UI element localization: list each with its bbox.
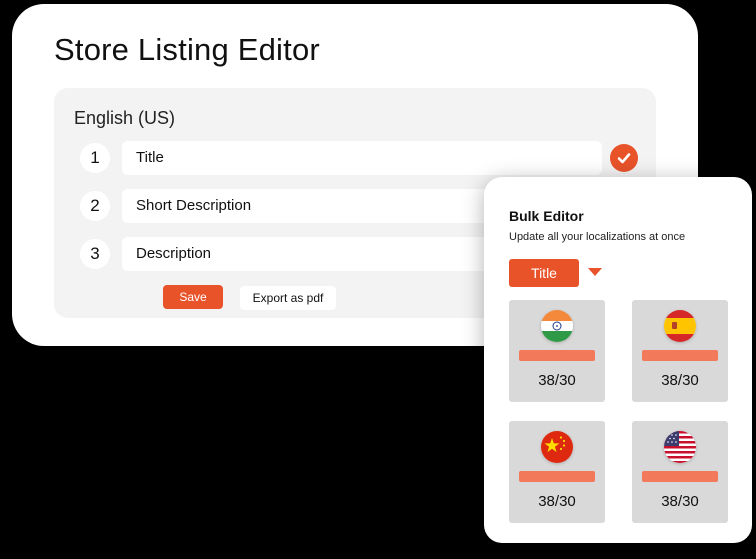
row-number: 3 bbox=[80, 239, 110, 269]
india-flag-icon bbox=[541, 310, 573, 342]
locale-char-count: 38/30 bbox=[661, 493, 699, 510]
locale-progress-bar bbox=[519, 471, 595, 482]
bulk-editor-card: Bulk Editor Update all your localization… bbox=[484, 177, 752, 543]
row-number: 1 bbox=[80, 143, 110, 173]
locale-tile-usa[interactable]: 38/30 bbox=[632, 421, 728, 523]
export-pdf-button[interactable]: Export as pdf bbox=[240, 286, 336, 310]
locale-progress-bar bbox=[642, 471, 718, 482]
page-title: Store Listing Editor bbox=[54, 32, 320, 67]
row-number: 2 bbox=[80, 191, 110, 221]
locale-tile-china[interactable]: 38/30 bbox=[509, 421, 605, 523]
spain-flag-icon bbox=[664, 310, 696, 342]
language-label: English (US) bbox=[74, 108, 176, 128]
locale-char-count: 38/30 bbox=[661, 372, 699, 389]
locale-tile-spain[interactable]: 38/30 bbox=[632, 300, 728, 402]
usa-flag-icon bbox=[664, 431, 696, 463]
locale-tile-india[interactable]: 38/30 bbox=[509, 300, 605, 402]
title-field[interactable]: Title bbox=[122, 141, 602, 175]
locale-progress-bar bbox=[519, 350, 595, 361]
locale-char-count: 38/30 bbox=[538, 372, 576, 389]
save-button[interactable]: Save bbox=[163, 285, 223, 309]
bulk-editor-title: Bulk Editor bbox=[509, 208, 584, 224]
chevron-down-icon[interactable] bbox=[588, 268, 602, 276]
bulk-editor-subtitle: Update all your localizations at once bbox=[509, 231, 686, 243]
locale-char-count: 38/30 bbox=[538, 493, 576, 510]
field-select-dropdown[interactable]: Title bbox=[509, 259, 579, 287]
locale-progress-bar bbox=[642, 350, 718, 361]
check-icon bbox=[610, 144, 638, 172]
china-flag-icon bbox=[541, 431, 573, 463]
